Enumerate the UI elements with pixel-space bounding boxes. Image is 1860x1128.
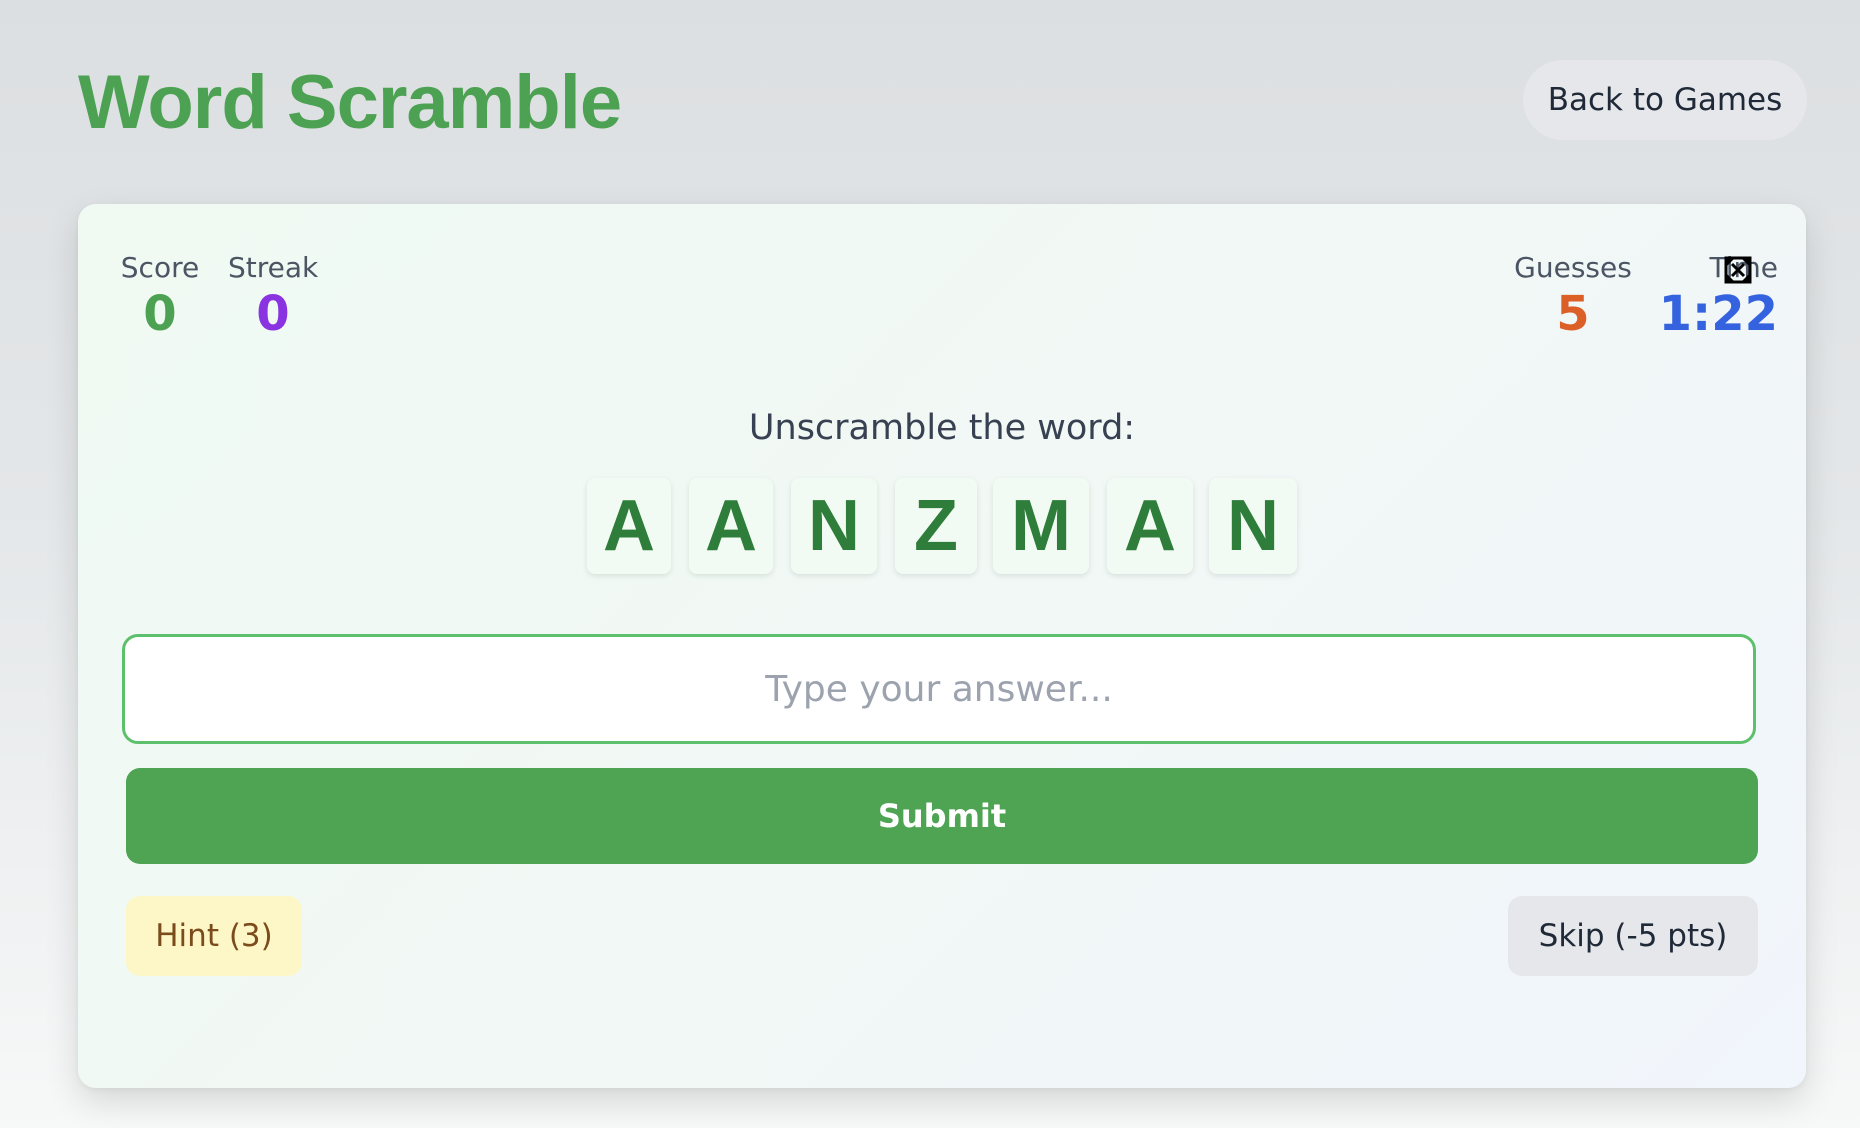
score-value: 0: [143, 286, 177, 342]
score-stat: Score 0: [120, 250, 200, 342]
submit-button[interactable]: Submit: [126, 768, 1758, 864]
guesses-label: Guesses: [1514, 251, 1632, 284]
guesses-stat: Guesses 5: [1510, 250, 1636, 342]
streak-value: 0: [256, 286, 290, 342]
letter-tiles: AANZMAN: [78, 478, 1806, 576]
streak-label: Streak: [228, 251, 319, 284]
time-value: 1:22: [1658, 286, 1778, 342]
score-label: Score: [120, 251, 200, 284]
game-card: Score 0 Streak 0 Guesses 5 Time 1:22 Uns…: [78, 204, 1806, 1088]
letter-tile: N: [791, 478, 877, 574]
fullscreen-icon[interactable]: [1723, 255, 1753, 285]
letter-tile: A: [689, 478, 773, 574]
page-title: Word Scramble: [78, 60, 622, 145]
letter-tile: Z: [895, 478, 977, 574]
letter-tile: N: [1209, 478, 1297, 574]
letter-tile: A: [1107, 478, 1193, 574]
time-stat: Time 1:22: [1658, 250, 1778, 342]
time-label: Time: [1709, 251, 1778, 284]
guesses-value: 5: [1556, 286, 1590, 342]
skip-button[interactable]: Skip (-5 pts): [1508, 896, 1758, 976]
letter-tile: A: [587, 478, 671, 574]
puzzle-prompt: Unscramble the word:: [748, 408, 1136, 448]
letter-tile: M: [993, 478, 1089, 574]
streak-stat: Streak 0: [228, 250, 318, 342]
back-to-games-button[interactable]: Back to Games: [1523, 60, 1807, 140]
answer-input[interactable]: [122, 634, 1756, 744]
hint-button[interactable]: Hint (3): [126, 896, 302, 976]
